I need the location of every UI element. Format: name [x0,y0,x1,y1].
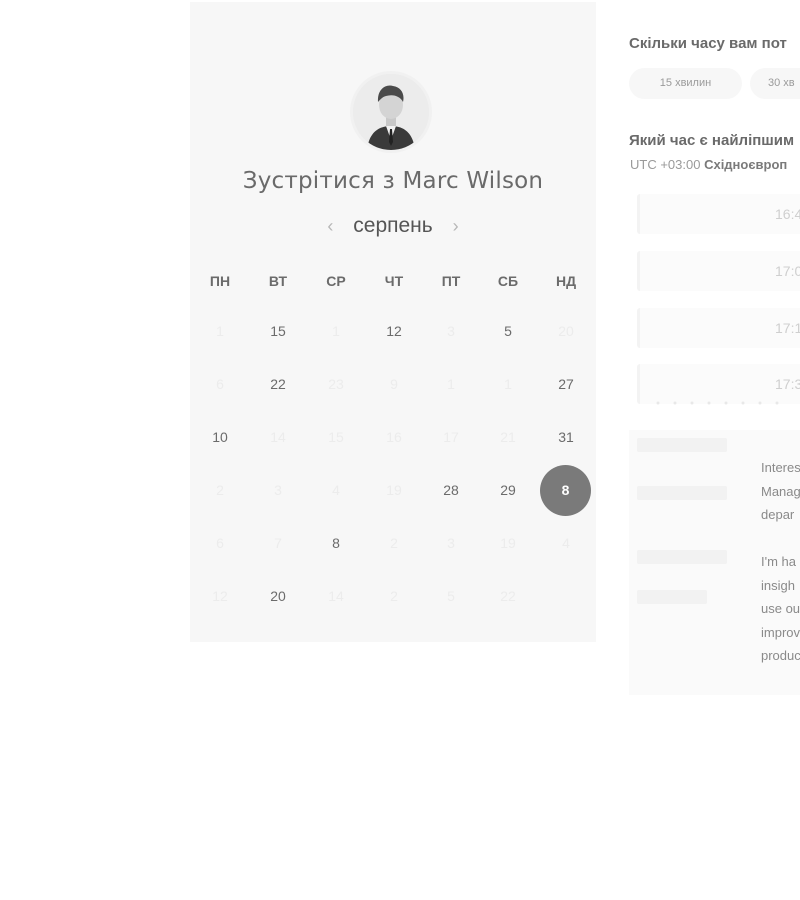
calendar-day[interactable]: 20 [253,571,303,621]
calendar-day: 16 [386,429,402,445]
host-avatar [353,74,429,150]
placeholder-line [637,438,727,452]
meeting-title: Зустрітися з Marc Wilson [190,168,596,194]
calendar-day: 14 [270,429,286,445]
calendar-day: 19 [500,535,516,551]
timezone-name: Східноєвроп [704,157,788,172]
duration-option-30[interactable]: 30 хв [750,68,800,99]
person-photo-icon [353,74,429,150]
time-slot[interactable]: 16:4 [637,194,800,234]
time-slot[interactable]: 17:1 [637,308,800,348]
calendar-day[interactable]: 15 [253,306,303,356]
host-name: Marc Wilson [402,168,544,194]
calendar-day[interactable]: 5 [483,306,533,356]
description-line: produc [761,648,800,663]
duration-option-15[interactable]: 15 хвилин [629,68,742,99]
calendar-day-selected[interactable]: 8 [540,465,591,516]
calendar-day: 3 [274,482,282,498]
description-line: Interes [761,460,800,475]
time-question: Який час є найліпшим [629,132,795,149]
calendar-day: 3 [447,323,455,339]
calendar-day[interactable]: 10 [195,412,245,462]
time-slot[interactable]: 17:3 [637,364,800,404]
time-slot-label: 16:4 [775,206,800,222]
calendar-day [541,571,591,621]
calendar-day[interactable]: 22 [253,359,303,409]
loading-dots [656,401,779,405]
weekday-label: ПТ [441,273,461,289]
calendar-day: 23 [328,376,344,392]
chevron-right-icon[interactable]: › [453,216,459,236]
time-slot[interactable]: 17:0 [637,251,800,291]
description-paragraph-1: Interes Manag depar [761,456,800,527]
calendar-day: 4 [332,482,340,498]
calendar-day: 1 [216,323,224,339]
description-paragraph-2: I'm ha insigh use ou improv produc [761,550,800,668]
calendar-day[interactable]: 12 [369,306,419,356]
placeholder-line [637,590,707,604]
calendar-day: 21 [500,429,516,445]
description-line: use ou [761,601,800,616]
placeholder-line [637,486,727,500]
calendar-day: 4 [562,535,570,551]
calendar-day: 7 [274,535,282,551]
calendar-day: 1 [504,376,512,392]
calendar-day: 17 [443,429,459,445]
calendar-day: 5 [447,588,455,604]
calendar-day[interactable]: 29 [483,465,533,515]
placeholder-line [637,550,727,564]
calendar-day[interactable]: 8 [311,518,361,568]
description-line: insigh [761,577,795,593]
calendar-day[interactable]: 28 [426,465,476,515]
calendar-day: 2 [390,535,398,551]
time-slot-label: 17:3 [775,376,800,392]
calendar-day: 9 [390,376,398,392]
timezone-offset: UTC +03:00 [630,157,701,172]
description-line: Manag [761,483,800,499]
time-slot-label: 17:1 [775,320,800,336]
description-line: I'm ha [761,554,796,569]
calendar-day: 15 [328,429,344,445]
weekday-label: ВТ [268,273,288,289]
calendar-day[interactable]: 31 [541,412,591,462]
calendar-day: 22 [500,588,516,604]
calendar-day: 2 [216,482,224,498]
description-line: improv [761,624,800,640]
weekday-label: ЧТ [384,273,404,289]
time-slot-label: 17:0 [775,263,800,279]
calendar-day: 12 [212,588,228,604]
calendar-day: 14 [328,588,344,604]
title-prefix: Зустрітися з [242,168,395,194]
calendar-day: 20 [558,323,574,339]
timezone-selector[interactable]: UTC +03:00 Східноєвроп [630,157,787,172]
booking-panel: Скільки часу вам пот 15 хвилин 30 хв Яки… [629,0,800,700]
weekday-label: НД [555,273,577,289]
duration-question: Скільки часу вам пот [629,35,787,52]
month-label: серпень [353,214,433,237]
calendar-day: 1 [447,376,455,392]
calendar-day: 6 [216,376,224,392]
weekday-label: СР [326,273,346,289]
weekday-label: ПН [209,273,231,289]
weekday-label: СБ [497,273,519,289]
calendar-day: 6 [216,535,224,551]
calendar-day[interactable]: 27 [541,359,591,409]
calendar-day: 2 [390,588,398,604]
calendar-day: 1 [332,323,340,339]
calendar-card: Зустрітися з Marc Wilson ‹ серпень › ПН … [190,2,596,642]
chevron-left-icon[interactable]: ‹ [327,216,333,236]
calendar-day: 3 [447,535,455,551]
calendar-day: 19 [386,482,402,498]
description-line: depar [761,507,795,522]
month-navigation: ‹ серпень › [190,214,596,238]
